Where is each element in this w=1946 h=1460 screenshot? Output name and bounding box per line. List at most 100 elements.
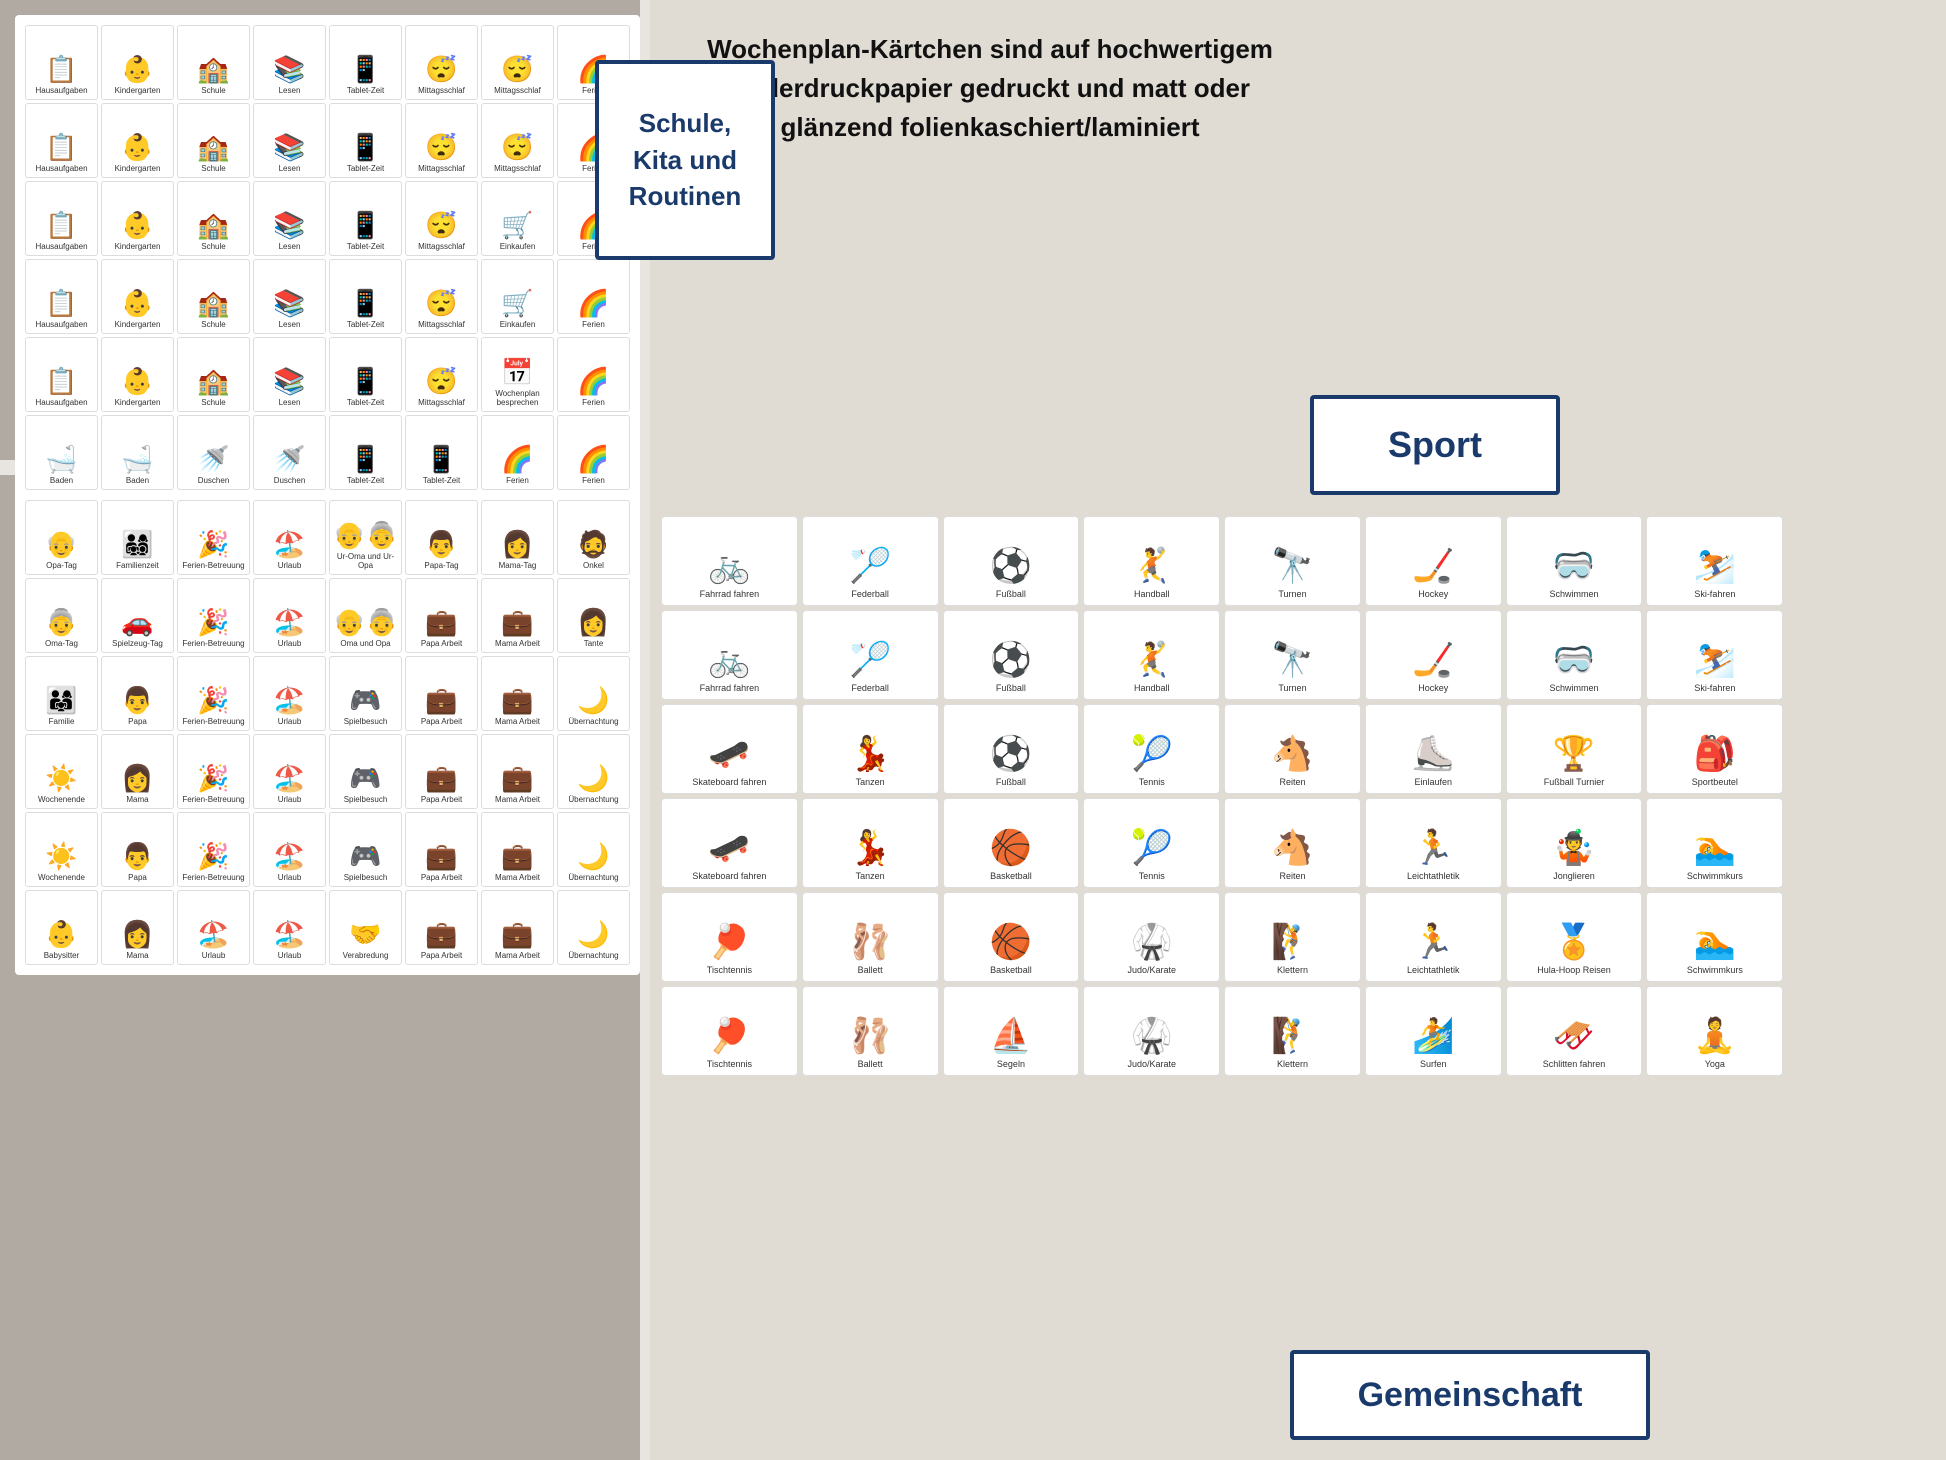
sport-card: 🚲 Fahrrad fahren <box>661 610 798 700</box>
school-card-label: Wochenplan besprechen <box>485 390 550 408</box>
school-card-label: Schule <box>201 321 225 330</box>
school-card: 🛁 Baden <box>101 415 174 490</box>
sport-card-label: Handball <box>1134 683 1170 694</box>
school-card-icon: 🏫 <box>197 54 229 85</box>
sport-row: 🏓 Tischtennis 🩰 Ballett 🏀 Basketball 🥋 J… <box>661 892 1924 982</box>
family-card-icon: 🏖️ <box>273 841 305 872</box>
sport-card-icon: 🥋 <box>1131 1016 1173 1056</box>
sport-card-icon: 🏄 <box>1412 1016 1454 1056</box>
sport-card: 🚲 Fahrrad fahren <box>661 516 798 606</box>
sport-card-icon: 🎾 <box>1131 828 1173 868</box>
family-card: 👩 Mama <box>101 734 174 809</box>
family-card-icon: 💼 <box>501 919 533 950</box>
school-card-label: Ferien <box>582 399 605 408</box>
sport-card: 🥋 Judo/Karate <box>1083 892 1220 982</box>
sport-card: 🥽 Schwimmen <box>1506 516 1643 606</box>
school-card: 🌈 Ferien <box>481 415 554 490</box>
sport-card: 🤹 Jonglieren <box>1506 798 1643 888</box>
family-card-label: Wochenende <box>38 796 85 805</box>
school-card-label: Tablet-Zeit <box>347 477 384 486</box>
family-card-label: Mama Arbeit <box>495 718 540 727</box>
sport-card-label: Fahrrad fahren <box>700 589 760 600</box>
family-card-icon: 🧔 <box>577 529 609 560</box>
family-card-label: Urlaub <box>278 640 302 649</box>
sport-card-icon: 💃 <box>849 734 891 774</box>
sport-card-icon: 🎾 <box>1131 734 1173 774</box>
sport-card-label: Tischtennis <box>707 1059 752 1070</box>
sport-card-label: Handball <box>1134 589 1170 600</box>
sport-card-icon: ⛷️ <box>1694 546 1736 586</box>
sport-card-icon: 🩰 <box>849 1016 891 1056</box>
school-card: 🛒 Einkaufen <box>481 181 554 256</box>
school-card-label: Mittagsschlaf <box>418 243 465 252</box>
family-card-icon: 🚗 <box>121 607 153 638</box>
family-card: 🚗 Spielzeug-Tag <box>101 578 174 653</box>
sport-row: 🛹 Skateboard fahren 💃 Tanzen ⚽ Fußball 🎾… <box>661 704 1924 794</box>
family-card-label: Papa Arbeit <box>421 952 462 961</box>
sport-card: 🏄 Surfen <box>1365 986 1502 1076</box>
family-card-label: Ferien-Betreuung <box>182 874 244 883</box>
school-card-label: Mittagsschlaf <box>418 321 465 330</box>
family-card: ☀️ Wochenende <box>25 734 98 809</box>
school-card-label: Lesen <box>279 321 301 330</box>
family-card-icon: 💼 <box>501 607 533 638</box>
school-card-label: Kindergarten <box>115 243 161 252</box>
school-card-label: Hausaufgaben <box>35 87 87 96</box>
sport-section: 🚲 Fahrrad fahren 🏸 Federball ⚽ Fußball 🤾… <box>655 510 1930 1086</box>
sport-card-label: Reiten <box>1279 871 1305 882</box>
school-card: 👶 Kindergarten <box>101 337 174 412</box>
sport-card: 🛹 Skateboard fahren <box>661 798 798 888</box>
school-card: 🏫 Schule <box>177 25 250 100</box>
family-card-icon: 👨 <box>121 685 153 716</box>
sport-card-icon: 🚲 <box>708 640 750 680</box>
school-card-icon: 📱 <box>349 210 381 241</box>
school-card-icon: 📱 <box>425 444 457 475</box>
school-card-icon: 📱 <box>349 54 381 85</box>
family-card-label: Mama Arbeit <box>495 952 540 961</box>
school-card-label: Tablet-Zeit <box>347 399 384 408</box>
sport-card-label: Segeln <box>997 1059 1025 1070</box>
family-card-icon: 👩 <box>501 529 533 560</box>
sport-card-label: Hockey <box>1418 683 1448 694</box>
family-card-label: Wochenende <box>38 874 85 883</box>
family-card: 👩 Mama <box>101 890 174 965</box>
sport-card: ⚽ Fußball <box>943 516 1080 606</box>
sport-card-label: Hockey <box>1418 589 1448 600</box>
family-card-icon: 👩 <box>121 763 153 794</box>
school-card: 😴 Mittagsschlaf <box>481 25 554 100</box>
sport-card: 🔭 Turnen <box>1224 610 1361 700</box>
school-card-label: Schule <box>201 399 225 408</box>
family-card-label: Papa Arbeit <box>421 640 462 649</box>
school-card-label: Ferien <box>582 321 605 330</box>
family-card: 🧔 Onkel <box>557 500 630 575</box>
family-card-label: Babysitter <box>44 952 80 961</box>
family-card-label: Spielbesuch <box>344 718 388 727</box>
school-card-label: Mittagsschlaf <box>494 87 541 96</box>
school-card-label: Schule <box>201 87 225 96</box>
family-card: 🏖️ Urlaub <box>177 890 250 965</box>
sport-card-icon: 🥋 <box>1131 922 1173 962</box>
family-card-label: Urlaub <box>278 796 302 805</box>
school-card-label: Hausaufgaben <box>35 399 87 408</box>
sport-card: 🎾 Tennis <box>1083 704 1220 794</box>
school-card: 📚 Lesen <box>253 337 326 412</box>
sport-row: 🏓 Tischtennis 🩰 Ballett ⛵ Segeln 🥋 Judo/… <box>661 986 1924 1076</box>
family-card-label: Papa <box>128 718 147 727</box>
school-card-icon: 🚿 <box>273 444 305 475</box>
family-card-icon: 👩 <box>121 919 153 950</box>
family-card-icon: 🏖️ <box>197 919 229 950</box>
family-card: 👨‍👩‍👧 Familie <box>25 656 98 731</box>
family-card: 💼 Mama Arbeit <box>481 812 554 887</box>
sport-card-icon: 🤹 <box>1553 828 1595 868</box>
sport-card-label: Einlaufen <box>1415 777 1453 788</box>
school-card-icon: 😴 <box>425 210 457 241</box>
sport-card-icon: 🏊 <box>1694 922 1736 962</box>
sport-card: 🩰 Ballett <box>802 986 939 1076</box>
sport-card-label: Schwimmkurs <box>1687 871 1743 882</box>
school-card: 📋 Hausaufgaben <box>25 103 98 178</box>
family-card-label: Papa Arbeit <box>421 718 462 727</box>
school-card: 📋 Hausaufgaben <box>25 181 98 256</box>
family-card-icon: 🌙 <box>577 841 609 872</box>
sport-card: 🏊 Schwimmkurs <box>1646 892 1783 982</box>
family-card: 🏖️ Urlaub <box>253 734 326 809</box>
